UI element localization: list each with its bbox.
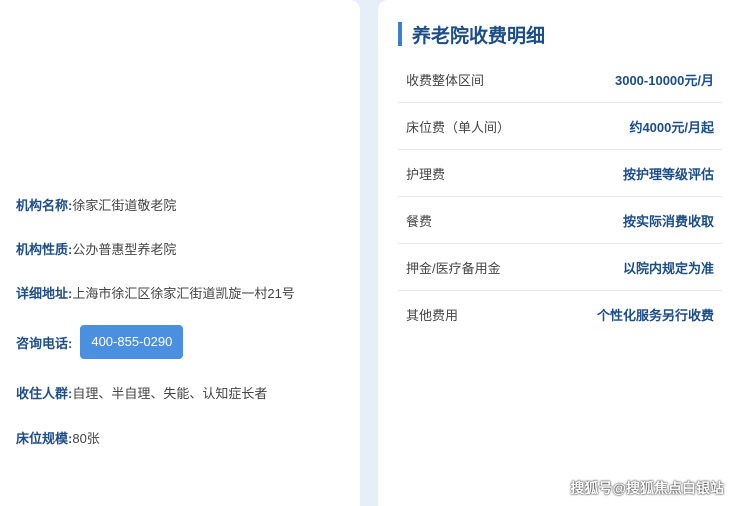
- residents-label: 收住人群:: [16, 386, 73, 401]
- fee-row: 其他费用 个性化服务另行收费: [398, 291, 722, 338]
- info-row-phone: 咨询电话: 400-855-0290: [16, 325, 184, 359]
- fee-amount: 以院内规定为准: [622, 260, 714, 276]
- address-label: 详细地址:: [16, 286, 73, 301]
- fee-name: 押金/医疗备用金: [406, 260, 501, 276]
- fee-name: 收费整体区间: [406, 72, 485, 88]
- fee-row: 护理费 按护理等级评估: [398, 150, 722, 197]
- fee-title: 养老院收费明细: [398, 21, 545, 47]
- fee-name: 护理费: [406, 166, 446, 182]
- fee-name: 其他费用: [406, 308, 459, 323]
- beds-label: 床位规模:: [16, 431, 73, 446]
- phone-label: 咨询电话:: [16, 335, 73, 351]
- fee-row: 押金/医疗备用金 以院内规定为准: [398, 244, 722, 291]
- fee-amount: 约4000元/月起: [629, 119, 714, 135]
- fee-amount: 按护理等级评估: [622, 166, 714, 182]
- fee-row: 收费整体区间 3000-10000元/月: [398, 56, 722, 103]
- fee-amount: 按实际消费收取: [622, 213, 714, 229]
- info-row-nature: 机构性质: 公办普惠型养老院: [16, 239, 176, 258]
- fee-details-card: 养老院收费明细 收费整体区间 3000-10000元/月 床位费（单人间） 约4…: [378, 0, 740, 506]
- fee-row: 床位费（单人间） 约4000元/月起: [398, 103, 722, 150]
- fee-amount: 个性化服务另行收费: [596, 308, 714, 323]
- residents-value: 自理、半自理、失能、认知症长者: [72, 386, 268, 401]
- nature-label: 机构性质:: [16, 242, 73, 257]
- nature-value: 公办普惠型养老院: [72, 242, 177, 257]
- fee-row: 餐费 按实际消费收取: [398, 197, 722, 244]
- name-value: 徐家汇街道敬老院: [72, 198, 177, 213]
- beds-value: 80张: [72, 431, 100, 446]
- fee-name: 床位费（单人间）: [406, 119, 511, 135]
- info-row-residents: 收住人群: 自理、半自理、失能、认知症长者: [16, 383, 267, 402]
- fee-name: 餐费: [406, 213, 433, 229]
- institution-info-card: 机构名称: 徐家汇街道敬老院 机构性质: 公办普惠型养老院 详细地址: 上海市徐…: [0, 0, 360, 506]
- fee-title-text: 养老院收费明细: [412, 25, 546, 47]
- watermark: 搜狐号@搜狐焦点白银站: [570, 480, 724, 496]
- info-row-address: 详细地址: 上海市徐汇区徐家汇街道凯旋一村21号: [16, 283, 295, 302]
- address-value: 上海市徐汇区徐家汇街道凯旋一村21号: [72, 286, 295, 301]
- info-row-beds: 床位规模: 80张: [16, 428, 100, 447]
- phone-button[interactable]: 400-855-0290: [80, 325, 184, 359]
- fee-amount: 3000-10000元/月: [614, 72, 714, 88]
- title-accent-bar: [398, 22, 402, 46]
- info-row-name: 机构名称: 徐家汇街道敬老院: [16, 195, 176, 214]
- name-label: 机构名称:: [16, 198, 73, 213]
